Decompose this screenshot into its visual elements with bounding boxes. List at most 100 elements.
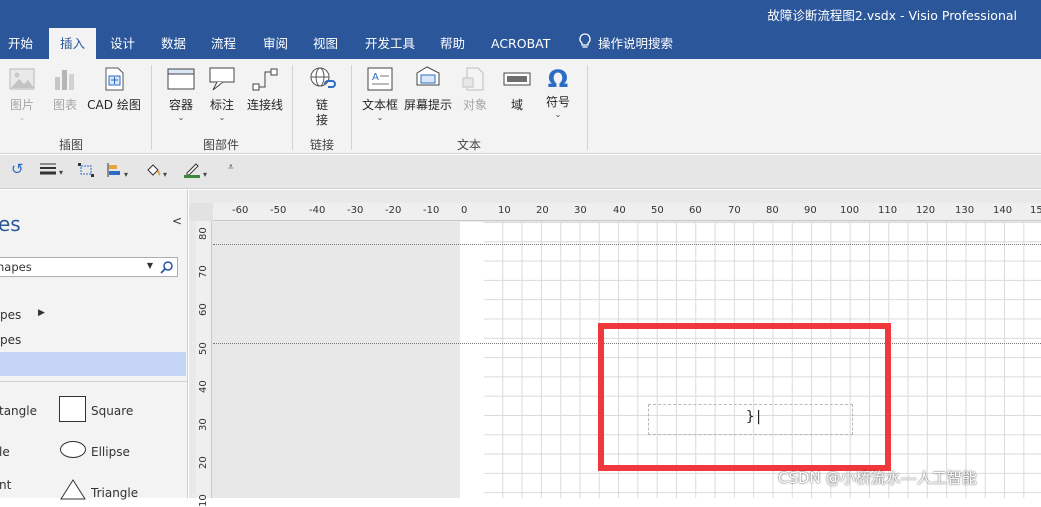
stencil-item-selected[interactable] — [0, 352, 186, 376]
tab-review[interactable]: 审阅 — [255, 28, 296, 59]
connector-button[interactable]: 连接线 — [245, 65, 285, 113]
chevron-down-icon[interactable]: ▼ — [147, 261, 153, 270]
ruler-tick-label: 70 — [198, 265, 209, 278]
shape-label-partial[interactable]: tangle — [0, 404, 37, 418]
tab-developer[interactable]: 开发工具 — [357, 28, 423, 59]
ruler-tick-label: 90 — [804, 205, 817, 216]
square-shape-icon[interactable] — [59, 396, 86, 422]
ruler-tick-label: 10 — [498, 205, 511, 216]
chevron-down-icon: ⌄ — [554, 110, 562, 119]
ruler-tick-label: 80 — [766, 205, 779, 216]
customize-toolbar-icon[interactable]: ⩡ — [228, 162, 234, 182]
ruler-tick-label: 20 — [536, 205, 549, 216]
ruler-tick-label: -10 — [423, 205, 440, 216]
tab-acrobat[interactable]: ACROBAT — [483, 28, 558, 59]
title-bar: 故障诊断流程图2.vsdx - Visio Professional — [0, 0, 1041, 28]
shapes-search-input[interactable]: napes ▼ — [0, 257, 178, 277]
callout-label: 标注 — [209, 98, 234, 112]
ruler-tick-label: -60 — [232, 205, 249, 216]
link-button[interactable]: 链 接 — [305, 65, 339, 128]
collapse-pane-icon[interactable]: < — [172, 214, 182, 228]
watermark: CSDN @小桥流水---人工智能 — [778, 469, 977, 487]
container-label: 容器 — [168, 98, 193, 112]
object-button[interactable]: 对象 — [460, 65, 490, 113]
off-page-area[interactable] — [213, 222, 460, 498]
picture-button[interactable]: 图片 ⌄ — [6, 65, 38, 122]
ruler-tick-label: 80 — [198, 227, 209, 240]
omega-symbol-icon: Ω — [547, 65, 569, 93]
tab-help[interactable]: 帮助 — [432, 28, 473, 59]
container-button[interactable]: 容器 ⌄ — [165, 65, 197, 122]
shape-label-partial[interactable]: le — [0, 445, 10, 459]
ruler-tick-label: 20 — [198, 456, 209, 469]
group-separator — [151, 65, 152, 150]
ruler-tick-label: -40 — [309, 205, 326, 216]
stencil-item[interactable]: pes — [0, 333, 21, 347]
rotate-icon[interactable]: ↺ — [11, 160, 24, 180]
cad-drawing-label: CAD 绘图 — [87, 98, 141, 112]
field-button[interactable]: 域 — [502, 65, 532, 113]
callout-button[interactable]: 标注 ⌄ — [206, 65, 238, 122]
ellipse-shape-icon[interactable] — [60, 441, 86, 458]
line-color-button[interactable]: ▾ — [183, 162, 207, 182]
chevron-down-icon: ⌄ — [177, 113, 185, 122]
ruler-tick-label: 150 — [1030, 205, 1041, 216]
object-icon — [460, 65, 490, 96]
textbox-button[interactable]: A 文本框 ⌄ — [361, 65, 399, 122]
triangle-shape-icon[interactable] — [60, 478, 86, 504]
ruler-tick-label: 30 — [574, 205, 587, 216]
ruler-tick-label: 100 — [840, 205, 860, 216]
callout-icon — [206, 65, 238, 96]
chart-label: 图表 — [52, 98, 77, 112]
picture-label: 图片 — [9, 98, 34, 112]
tab-process[interactable]: 流程 — [203, 28, 244, 59]
ribbon-tab-bar: 开始 插入 设计 数据 流程 审阅 视图 开发工具 帮助 ACROBAT 操作说… — [0, 28, 1041, 59]
connector-label: 连接线 — [246, 98, 283, 112]
ruler-tick-label: 50 — [651, 205, 664, 216]
position-button[interactable] — [77, 162, 95, 182]
screentip-icon — [402, 65, 454, 96]
object-label: 对象 — [462, 98, 487, 112]
align-button[interactable]: ▾ — [106, 162, 128, 182]
tab-design[interactable]: 设计 — [102, 28, 143, 59]
tab-insert[interactable]: 插入 — [49, 28, 96, 59]
line-weight-button[interactable]: ▾ — [39, 162, 63, 182]
group-label-illustrations: 插图 — [59, 138, 84, 152]
group-separator — [587, 65, 588, 150]
link-label-line2: 接 — [315, 113, 328, 127]
stencil-item[interactable]: pes ▶ — [0, 308, 45, 322]
ruler-tick-label: -20 — [385, 205, 402, 216]
tab-home[interactable]: 开始 — [0, 28, 41, 59]
ruler-tick-label: 70 — [728, 205, 741, 216]
fill-button[interactable]: ▾ — [145, 162, 167, 182]
textbox-label: 文本框 — [361, 98, 398, 112]
search-icon[interactable] — [160, 260, 174, 277]
symbol-label: 符号 — [545, 95, 570, 109]
ruler-tick-label: 50 — [198, 342, 209, 355]
ruler-tick-label: 110 — [878, 205, 898, 216]
ruler-tick-label: -30 — [347, 205, 364, 216]
cad-drawing-button[interactable]: CAD 绘图 — [86, 65, 142, 113]
tell-me-label: 操作说明搜索 — [598, 36, 674, 51]
ruler-tick-label: 10 — [198, 494, 209, 507]
textbox-icon: A — [361, 65, 399, 96]
window-title: 故障诊断流程图2.vsdx - Visio Professional — [767, 8, 1017, 23]
square-shape-label[interactable]: Square — [91, 404, 133, 418]
fill-bucket-icon — [147, 164, 161, 176]
line-weight-icon — [40, 163, 56, 175]
ellipse-shape-label[interactable]: Ellipse — [91, 445, 130, 459]
lightbulb-icon — [578, 29, 592, 60]
guide-line[interactable] — [213, 244, 1041, 245]
chevron-down-icon: ⌄ — [218, 113, 226, 122]
connector-icon — [245, 65, 285, 96]
screentip-button[interactable]: 屏幕提示 — [402, 65, 454, 113]
pen-color-icon — [184, 163, 200, 178]
picture-icon — [6, 65, 38, 96]
tab-data[interactable]: 数据 — [153, 28, 194, 59]
shape-label-partial[interactable]: nt — [0, 478, 11, 492]
ruler-tick-label: 0 — [461, 205, 468, 216]
tab-view[interactable]: 视图 — [305, 28, 346, 59]
tell-me-search[interactable]: 操作说明搜索 — [570, 28, 681, 59]
symbol-button[interactable]: Ω 符号 ⌄ — [543, 65, 573, 119]
chart-button[interactable]: 图表 — [49, 65, 81, 113]
